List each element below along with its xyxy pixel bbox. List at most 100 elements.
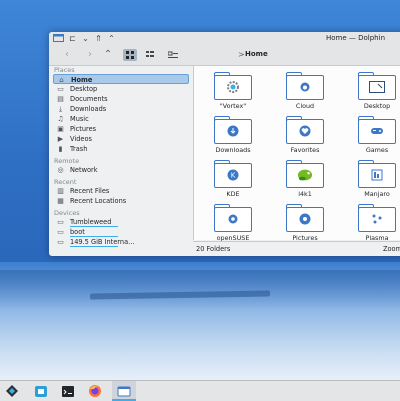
forward-icon[interactable]: › (84, 49, 96, 61)
folder-pictures[interactable]: Pictures (272, 204, 332, 242)
folder-icon (358, 116, 396, 145)
desktop-wallpaper-ice (0, 262, 400, 380)
kde-icon: K (225, 169, 241, 181)
sidebar-item-trash[interactable]: ▮ Trash (53, 144, 189, 154)
desktop-icon (369, 81, 385, 93)
discover-icon[interactable] (34, 384, 48, 398)
sidebar-item-recent-files[interactable]: ▥ Recent Files (53, 186, 189, 196)
up-icon[interactable]: ⌃ (102, 49, 114, 61)
status-bar: 20 Folders Zoom: (193, 241, 400, 256)
opensuse-icon (225, 213, 241, 225)
music-icon: ♫ (57, 115, 64, 123)
sidebar-item-music[interactable]: ♫ Music (53, 114, 189, 124)
gamepad-icon (369, 125, 385, 137)
folder-vortex[interactable]: "Vortex" (200, 72, 260, 110)
section-header-devices: Devices (54, 209, 80, 217)
recent-locations-icon: ▦ (57, 197, 64, 205)
folder-icon (286, 204, 324, 233)
details-view-button[interactable] (165, 49, 179, 61)
folder-l4k1[interactable]: l4k1 (272, 160, 332, 198)
section-header-remote: Remote (54, 157, 80, 165)
sidebar-item-label: Desktop (70, 85, 98, 93)
folder-opensuse[interactable]: openSUSE (200, 204, 260, 242)
sidebar-item-label: Pictures (70, 125, 97, 133)
sidebar-item-boot[interactable]: ▭ boot (53, 227, 189, 237)
sidebar-item-label: Documents (70, 95, 108, 103)
sidebar-item-label: Music (70, 115, 89, 123)
sidebar-item-documents[interactable]: ▤ Documents (53, 94, 189, 104)
drive-icon: ▭ (57, 218, 64, 226)
folder-label: Games (365, 146, 389, 154)
keep-above-icon[interactable]: ⇑ (94, 34, 103, 43)
folder-manjaro[interactable]: Manjaro (344, 160, 400, 198)
videos-icon: ▶ (57, 135, 64, 143)
downloads-icon: ⤓ (58, 105, 63, 113)
folder-plasma[interactable]: Plasma (344, 204, 400, 242)
folder-downloads[interactable]: Downloads (200, 116, 260, 154)
sidebar-item-label: Recent Files (70, 187, 110, 195)
heart-icon (297, 125, 313, 137)
drive-icon: ▭ (57, 228, 64, 236)
sidebar-item-label: Videos (70, 135, 92, 143)
device-usage-bar (70, 246, 118, 247)
icons-view-button[interactable] (123, 49, 137, 61)
pictures-icon (297, 213, 313, 225)
chameleon-icon (297, 169, 313, 181)
cloud-icon (297, 81, 313, 93)
launcher-icon[interactable] (5, 384, 19, 398)
sidebar-item-label: 149.5 GiB Interna… (70, 238, 135, 246)
taskbar (0, 380, 400, 401)
folder-label: Cloud (295, 102, 315, 110)
sidebar-item-network[interactable]: ◎ Network (53, 165, 189, 175)
folder-icon (286, 160, 324, 189)
folder-icon (358, 72, 396, 101)
pin-icon[interactable]: ⊏ (68, 34, 77, 43)
folder-view[interactable]: "Vortex"CloudDesktopDeDownloadsFavorites… (193, 66, 400, 242)
sidebar-item-149-5-gib-interna[interactable]: ▭ 149.5 GiB Interna… (53, 237, 189, 247)
firefox-icon[interactable] (88, 384, 102, 398)
folder-desktop[interactable]: Desktop (344, 72, 400, 110)
compact-view-button[interactable] (143, 49, 157, 61)
title-bar[interactable]: ⊏ ⌄ ⇑ ⌃ Home — Dolphin (49, 32, 400, 45)
plasma-icon (369, 213, 385, 225)
network-icon: ◎ (57, 166, 64, 174)
documents-icon: ▤ (57, 95, 64, 103)
svg-text:K: K (231, 172, 236, 180)
breadcrumb-separator: > (238, 50, 245, 59)
folder-label: Manjaro (364, 190, 390, 198)
folder-label: Downloads (215, 146, 251, 154)
drive-icon: ▭ (57, 238, 64, 246)
folder-icon (286, 116, 324, 145)
window-title: Home — Dolphin (326, 34, 386, 42)
shade-icon[interactable]: ⌃ (107, 34, 116, 43)
folder-icon: K (214, 160, 252, 189)
folder-kde[interactable]: K KDE (200, 160, 260, 198)
folder-games[interactable]: Games (344, 116, 400, 154)
breadcrumb-home[interactable]: Home (245, 50, 268, 58)
sidebar-item-label: Downloads (70, 105, 107, 113)
sidebar-item-downloads[interactable]: ⤓ Downloads (53, 104, 189, 114)
keep-below-icon[interactable]: ⌄ (81, 34, 90, 43)
folder-icon (286, 72, 324, 101)
sidebar-item-videos[interactable]: ▶ Videos (53, 134, 189, 144)
dolphin-window[interactable]: ⊏ ⌄ ⇑ ⌃ Home — Dolphin ‹ › ⌃ > Home Plac… (49, 32, 400, 256)
dolphin-icon[interactable] (117, 384, 131, 398)
sidebar-item-home[interactable]: ⌂ Home (53, 74, 189, 84)
folder-label: "Vortex" (219, 102, 247, 110)
section-header-places: Places (54, 66, 75, 74)
sidebar-item-tumbleweed[interactable]: ▭ Tumbleweed (53, 217, 189, 227)
places-panel: Places ⌂ Home ▭ Desktop ▤ Documents ⤓ Downloads ♫… (49, 66, 191, 256)
folder-label: KDE (226, 190, 240, 198)
toolbar: ‹ › ⌃ > Home (49, 45, 400, 66)
sidebar-item-pictures[interactable]: ▣ Pictures (53, 124, 189, 134)
folder-favorites[interactable]: Favorites (272, 116, 332, 154)
sidebar-item-desktop[interactable]: ▭ Desktop (53, 84, 189, 94)
terminal-icon[interactable] (61, 384, 75, 398)
sidebar-item-recent-locations[interactable]: ▦ Recent Locations (53, 196, 189, 206)
app-menu-icon[interactable] (53, 34, 64, 43)
back-icon[interactable]: ‹ (61, 49, 73, 61)
folder-label: l4k1 (298, 190, 312, 198)
download-icon (225, 125, 241, 137)
manjaro-icon (369, 169, 385, 181)
folder-cloud[interactable]: Cloud (272, 72, 332, 110)
